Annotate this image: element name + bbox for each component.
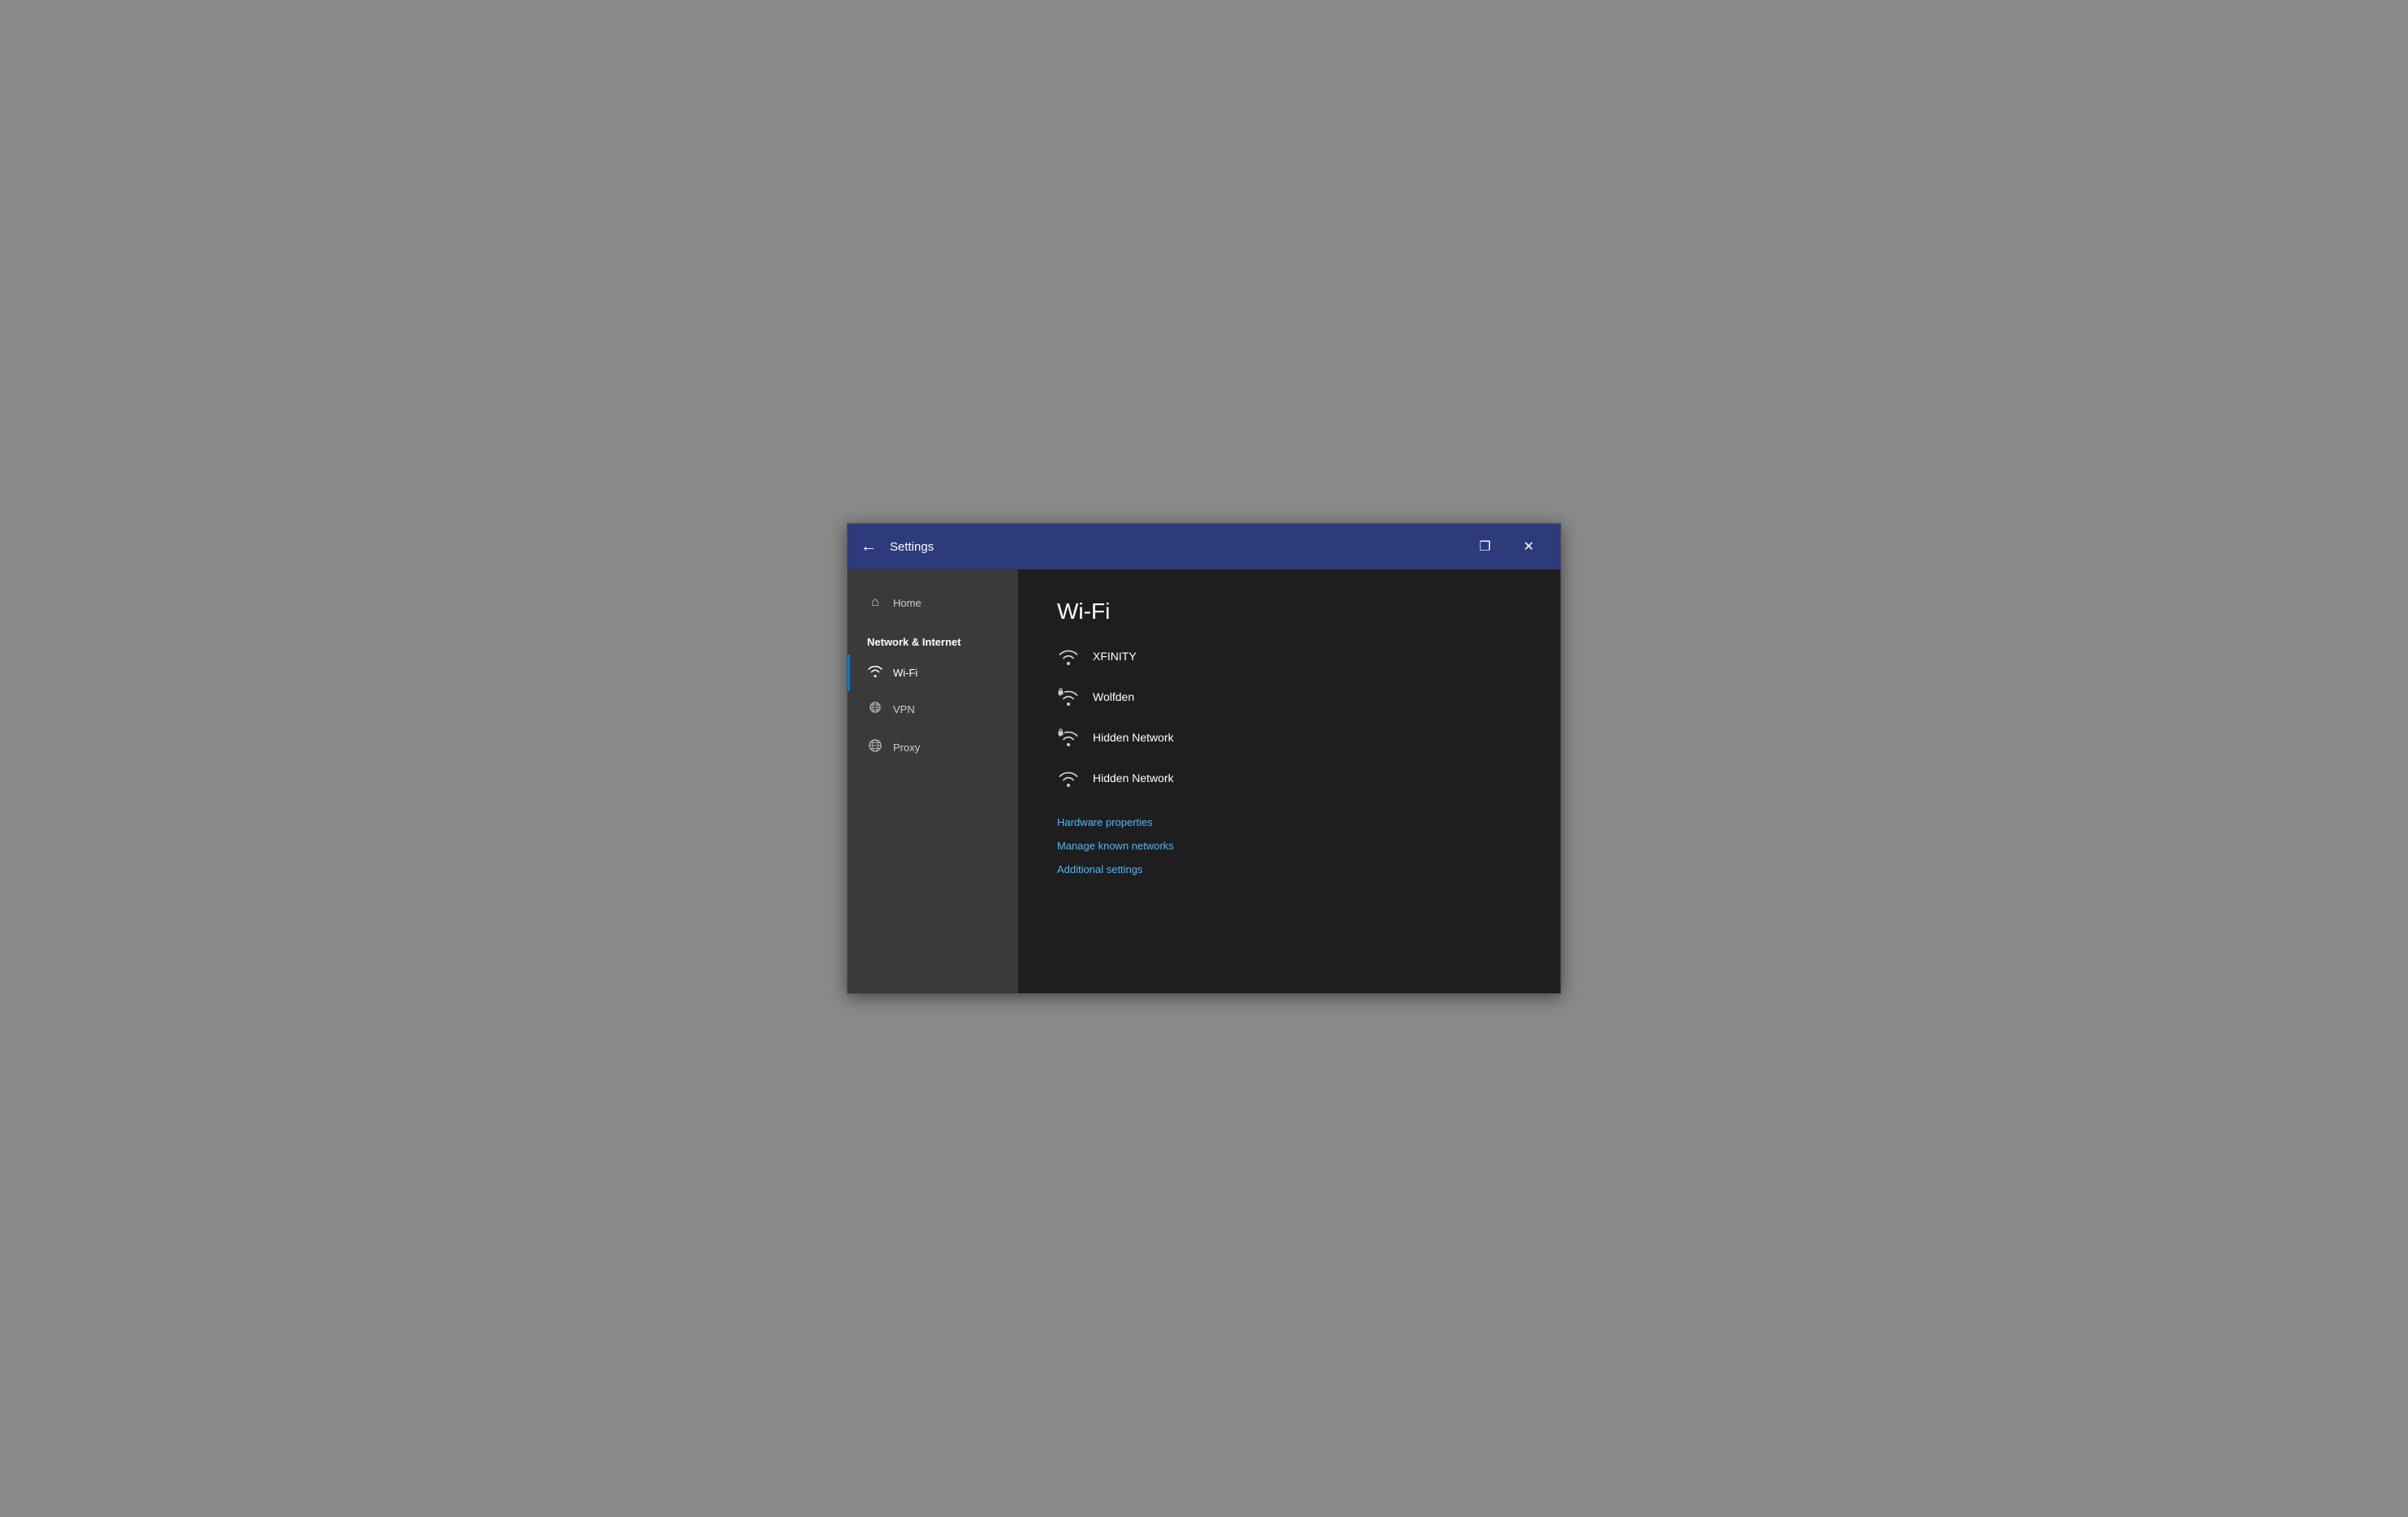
- wifi-network-icon-hidden1: [1057, 728, 1080, 746]
- sidebar-item-vpn[interactable]: VPN: [848, 691, 1018, 728]
- sidebar-home-label: Home: [893, 597, 921, 609]
- vpn-sidebar-icon: [867, 701, 883, 718]
- network-list: XFINITY W: [1057, 644, 1521, 790]
- back-button[interactable]: ←: [861, 538, 877, 556]
- network-item-wolfden[interactable]: Wolfden: [1057, 685, 1521, 709]
- settings-window: ← Settings ❐ ✕ ⌂ Home Network & Internet: [847, 523, 1561, 994]
- titlebar: ← Settings ❐ ✕: [848, 524, 1560, 569]
- wifi-network-icon-wolfden: [1057, 688, 1080, 706]
- network-name-hidden1: Hidden Network: [1093, 731, 1174, 744]
- sidebar-item-home[interactable]: ⌂ Home: [848, 586, 1018, 620]
- globe-sidebar-icon: [867, 737, 883, 758]
- network-item-hidden1[interactable]: Hidden Network: [1057, 725, 1521, 750]
- sidebar-proxy-label: Proxy: [893, 741, 920, 754]
- sidebar-wifi-label: Wi-Fi: [893, 667, 917, 679]
- network-item-hidden2[interactable]: Hidden Network: [1057, 766, 1521, 790]
- sidebar-item-proxy[interactable]: Proxy: [848, 728, 1018, 767]
- restore-button[interactable]: ❐: [1466, 534, 1504, 560]
- page-title: Wi-Fi: [1057, 599, 1521, 625]
- home-icon: ⌂: [867, 595, 883, 610]
- hardware-properties-link[interactable]: Hardware properties: [1057, 816, 1521, 828]
- main-content: Wi-Fi XFINITY: [1018, 569, 1560, 993]
- close-button[interactable]: ✕: [1510, 534, 1547, 560]
- sidebar: ⌂ Home Network & Internet Wi-Fi: [848, 569, 1018, 993]
- wifi-network-icon-hidden2: [1057, 769, 1080, 787]
- wifi-network-icon-xfinity: [1057, 647, 1080, 665]
- network-item-xfinity[interactable]: XFINITY: [1057, 644, 1521, 668]
- sidebar-section-label: Network & Internet: [848, 620, 1018, 655]
- content-area: ⌂ Home Network & Internet Wi-Fi: [848, 569, 1560, 993]
- manage-networks-link[interactable]: Manage known networks: [1057, 840, 1521, 852]
- close-icon: ✕: [1523, 538, 1534, 555]
- network-name-xfinity: XFINITY: [1093, 650, 1137, 663]
- window-controls: ❐ ✕: [1466, 534, 1547, 560]
- network-name-wolfden: Wolfden: [1093, 690, 1134, 703]
- restore-icon: ❐: [1479, 538, 1491, 555]
- back-arrow-icon: ←: [861, 538, 877, 556]
- sidebar-item-wifi[interactable]: Wi-Fi: [848, 655, 1018, 691]
- sidebar-vpn-label: VPN: [893, 703, 915, 715]
- wifi-sidebar-icon: [867, 664, 883, 681]
- network-name-hidden2: Hidden Network: [1093, 771, 1174, 784]
- links-section: Hardware properties Manage known network…: [1057, 816, 1521, 875]
- window-title: Settings: [890, 540, 1466, 554]
- additional-settings-link[interactable]: Additional settings: [1057, 863, 1521, 875]
